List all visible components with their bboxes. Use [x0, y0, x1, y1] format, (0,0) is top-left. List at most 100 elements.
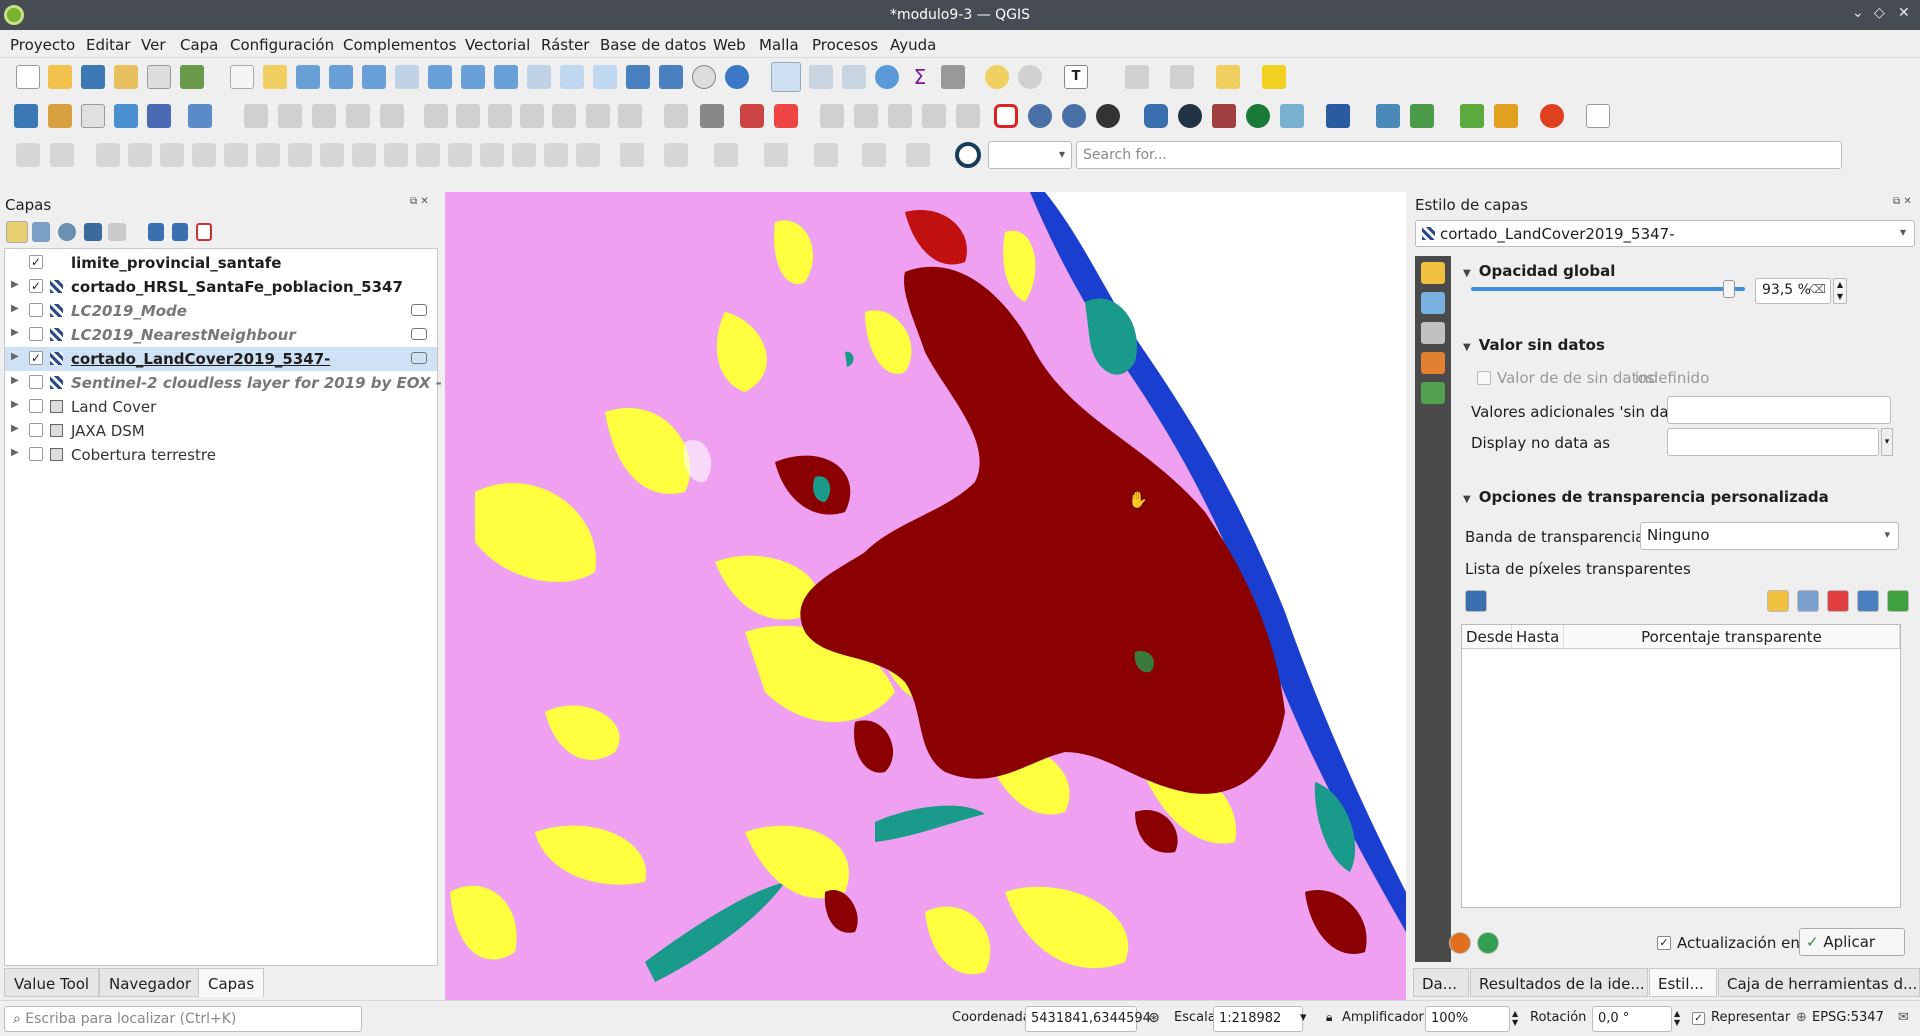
deselect-all-icon[interactable]	[1216, 65, 1240, 89]
trim-extend-icon[interactable]	[544, 143, 568, 167]
identify-features-icon[interactable]	[771, 62, 801, 92]
temporal-controller-icon[interactable]	[692, 65, 716, 89]
save-edits-icon[interactable]	[312, 104, 336, 128]
text-annotation-icon[interactable]: T	[1064, 65, 1088, 89]
grass-tools-icon[interactable]	[1096, 104, 1120, 128]
histogram-tab-icon[interactable]	[1421, 322, 1445, 344]
current-edits-icon[interactable]	[244, 104, 268, 128]
rotate-label-icon[interactable]	[888, 104, 912, 128]
tab-datos[interactable]: Da...	[1413, 968, 1469, 997]
add-feature-icon[interactable]	[346, 104, 370, 128]
zoom-to-layer-icon[interactable]	[428, 65, 452, 89]
lock-icon[interactable]: 🔒︎	[1326, 1010, 1332, 1025]
snapping-icon[interactable]	[906, 143, 930, 167]
expand-arrow-icon[interactable]: ▶	[11, 303, 19, 314]
modify-attributes-icon[interactable]	[424, 104, 448, 128]
label-toolbar-icon[interactable]	[664, 104, 688, 128]
layer-visibility-checkbox[interactable]	[29, 399, 43, 413]
toggle-extents-icon[interactable]: ⊛	[1148, 1010, 1160, 1026]
pan-hand-icon[interactable]	[230, 65, 254, 89]
expand-all-icon[interactable]	[148, 223, 164, 241]
polygon-icon[interactable]	[814, 143, 838, 167]
reshape-icon[interactable]	[320, 143, 344, 167]
load-pixel-list-icon[interactable]	[1767, 590, 1789, 612]
default-values-icon[interactable]	[1797, 590, 1819, 612]
add-group-icon[interactable]	[32, 222, 50, 242]
topology-checker-icon[interactable]	[1062, 104, 1086, 128]
expand-arrow-icon[interactable]: ▶	[11, 399, 19, 410]
remove-layer-icon[interactable]	[196, 223, 212, 241]
zoom-last-icon[interactable]	[494, 65, 518, 89]
split-parts-icon[interactable]	[416, 143, 440, 167]
chevron-down-icon[interactable]: ▾	[1300, 1010, 1307, 1025]
transparency-tab-icon[interactable]	[1421, 292, 1445, 314]
add-wms-layer-icon[interactable]	[147, 104, 171, 128]
additional-nodata-input[interactable]	[1667, 396, 1891, 424]
reverse-line-icon[interactable]	[576, 143, 600, 167]
new-bookmark-icon[interactable]	[626, 65, 650, 89]
map-tips-icon[interactable]	[985, 65, 1009, 89]
layer-group-row[interactable]: ▶ JAXA DSM	[5, 419, 437, 443]
menu-raster[interactable]: Ráster	[541, 36, 589, 54]
simplify-feature-icon[interactable]	[128, 143, 152, 167]
cut-features-icon[interactable]	[488, 104, 512, 128]
split-features-icon[interactable]	[384, 143, 408, 167]
move-label-icon[interactable]	[854, 104, 878, 128]
pick-pixel-icon[interactable]	[1857, 590, 1879, 612]
save-pixel-list-icon[interactable]	[1465, 590, 1487, 612]
messages-icon[interactable]: ✉	[1898, 1010, 1909, 1025]
layer-row-selected[interactable]: ▶ ✓ cortado_LandCover2019_5347-	[5, 347, 437, 371]
plugin-info-icon[interactable]	[1246, 104, 1270, 128]
layer-group-row[interactable]: ▶ Cobertura terrestre	[5, 443, 437, 467]
menu-malla[interactable]: Malla	[759, 36, 799, 54]
opacity-input[interactable]: 93,5 % ⌫	[1755, 278, 1831, 304]
locator-search-icon[interactable]	[955, 142, 981, 168]
zoom-next-icon[interactable]	[527, 65, 551, 89]
print-layout-icon[interactable]	[147, 65, 171, 89]
rotate-feature-icon[interactable]	[96, 143, 120, 167]
opacity-slider[interactable]	[1471, 287, 1745, 291]
maximize-button[interactable]: ◇	[1874, 5, 1885, 21]
table-header-hasta[interactable]: Hasta	[1512, 625, 1564, 649]
clear-icon[interactable]: ⌫	[1809, 282, 1826, 296]
pin-labels-icon[interactable]	[774, 104, 798, 128]
delete-selected-icon[interactable]	[456, 104, 480, 128]
transparent-pixel-table[interactable]: Desde Hasta Porcentaje transparente	[1461, 624, 1901, 908]
processing-toolbox-icon[interactable]	[875, 65, 899, 89]
search-input[interactable]: Search for...	[1076, 141, 1842, 169]
field-calculator-icon[interactable]	[842, 65, 866, 89]
db-manager-icon[interactable]	[1212, 104, 1236, 128]
layer-visibility-checkbox[interactable]	[29, 423, 43, 437]
layer-visibility-checkbox[interactable]: ✓	[29, 279, 43, 293]
embedded-layer-icon[interactable]	[411, 352, 427, 364]
graph-icon[interactable]	[1586, 104, 1610, 128]
crs-label[interactable]: EPSG:5347	[1812, 1010, 1884, 1025]
rendering-tab-icon[interactable]	[1421, 352, 1445, 374]
shape-digitize-icon[interactable]	[620, 143, 644, 167]
highlight-labels-icon[interactable]	[740, 104, 764, 128]
expand-arrow-icon[interactable]: ▶	[11, 351, 19, 362]
fill-ring-icon[interactable]	[224, 143, 248, 167]
zoom-full-icon[interactable]	[362, 65, 386, 89]
expand-arrow-icon[interactable]: ▶	[11, 375, 19, 386]
refresh-icon[interactable]	[725, 65, 749, 89]
rotation-spinner[interactable]: ▲ ▼	[1674, 1009, 1680, 1027]
add-vector-layer-icon[interactable]	[81, 104, 105, 128]
map-canvas[interactable]: ✋	[445, 192, 1406, 1000]
expand-arrow-icon[interactable]: ▶	[11, 423, 19, 434]
show-bookmarks-icon[interactable]	[659, 65, 683, 89]
nodata-checkbox[interactable]	[1477, 371, 1491, 385]
render-checkbox[interactable]: ✓	[1692, 1012, 1705, 1025]
annotation-icon[interactable]	[862, 143, 886, 167]
filter-expression-icon[interactable]	[108, 223, 126, 241]
measure-area-icon[interactable]	[1262, 65, 1286, 89]
display-nodata-color[interactable]	[1667, 428, 1879, 456]
copy-features-icon[interactable]	[520, 104, 544, 128]
chevron-down-icon[interactable]: ▾	[1881, 428, 1893, 456]
quickmapservices-icon[interactable]	[1178, 104, 1202, 128]
raster-align-icon[interactable]	[1410, 104, 1434, 128]
layer-visibility-checkbox[interactable]	[29, 375, 43, 389]
zoom-in-icon[interactable]	[296, 65, 320, 89]
menu-ver[interactable]: Ver	[141, 36, 166, 54]
georeferencer-icon[interactable]	[1028, 104, 1052, 128]
